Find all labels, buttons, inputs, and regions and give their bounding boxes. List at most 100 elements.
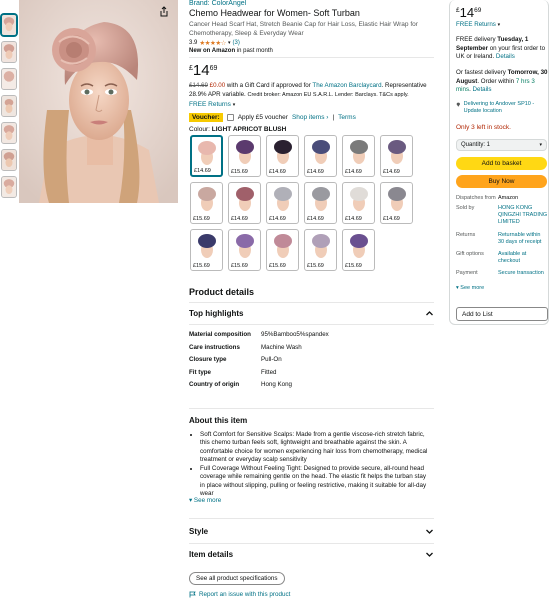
price: £ 14 69 <box>189 63 217 78</box>
new-on-prefix: New on Amazon <box>189 48 236 54</box>
spec-key: Material composition <box>189 331 251 338</box>
terms-link[interactable]: Terms <box>338 114 356 121</box>
share-icon[interactable] <box>159 6 169 17</box>
colour-swatch[interactable]: £15.69 <box>228 135 261 177</box>
swatch-price: £14.69 <box>345 169 362 175</box>
quantity-value: Quantity: 1 <box>461 142 491 148</box>
delivery-location[interactable]: Delivering to Andover SP10 - Update loca… <box>456 101 548 115</box>
colour-swatch[interactable]: £14.69 <box>266 135 299 177</box>
thumbnail[interactable] <box>1 149 17 171</box>
info-key: Gift options <box>456 251 484 257</box>
report-issue-link[interactable]: Report an issue with this product <box>189 591 290 598</box>
buybox-free-returns-link[interactable]: FREE Returns <box>456 21 496 28</box>
colour-swatch[interactable]: £14.69 <box>380 135 413 177</box>
spec-table: Material composition 95%Bamboo5%spandex Ca… <box>189 331 434 394</box>
swatch-price: £15.69 <box>193 216 210 222</box>
divider <box>189 302 434 303</box>
add-to-list-button[interactable]: Add to List <box>456 307 548 321</box>
about-bullets: Soft Comfort for Sensitive Scalps: Made … <box>192 431 432 499</box>
colour-swatch[interactable]: £14.69 <box>266 182 299 224</box>
info-value[interactable]: Returnable within 30 days of receipt <box>498 232 548 246</box>
colour-swatch[interactable]: £15.69 <box>304 229 337 271</box>
divider <box>189 57 434 58</box>
free-returns[interactable]: FREE Returns ▾ <box>189 101 235 108</box>
buybox-info-row: Payment Secure transaction <box>456 270 548 277</box>
swatch-image <box>268 137 297 167</box>
add-to-basket-button[interactable]: Add to basket <box>456 157 547 170</box>
see-all-specs-button[interactable]: See all product specifications <box>189 572 285 585</box>
spec-key: Fit type <box>189 368 212 376</box>
colour-swatch[interactable]: £14.69 <box>380 182 413 224</box>
colour-swatch[interactable]: £14.69 <box>228 182 261 224</box>
buy-now-button[interactable]: Buy Now <box>456 175 547 188</box>
thumbnail[interactable] <box>1 14 17 36</box>
colour-swatch[interactable]: £14.69 <box>342 182 375 224</box>
buybox-see-more[interactable]: ▾ See more <box>456 284 548 293</box>
thumbnail[interactable] <box>1 176 17 198</box>
spec-row: Fit type Fitted <box>189 369 434 377</box>
swatch-price: £15.69 <box>307 263 324 269</box>
swatch-price: £14.69 <box>383 216 400 222</box>
thumbnail[interactable] <box>1 41 17 63</box>
colour-swatch[interactable]: £15.69 <box>228 229 261 271</box>
thumbnail[interactable] <box>1 68 17 90</box>
colour-swatch[interactable]: £14.69 <box>304 182 337 224</box>
colour-swatch[interactable]: £15.69 <box>190 182 223 224</box>
fastest-details-link[interactable]: Details <box>473 86 492 93</box>
flag-icon <box>189 591 196 598</box>
swatch-price: £14.69 <box>194 168 211 174</box>
colour-swatch[interactable]: £15.69 <box>342 229 375 271</box>
voucher-badge: Voucher: <box>189 113 223 122</box>
main-product-image[interactable] <box>19 0 178 203</box>
swatch-image <box>344 231 373 261</box>
delivery-location-text[interactable]: Delivering to Andover SP10 - Update loca… <box>464 101 548 115</box>
barclaycard-link[interactable]: The Amazon Barclaycard <box>312 82 381 89</box>
item-details-toggle[interactable]: Item details <box>189 550 434 559</box>
info-value[interactable]: HONG KONG QINGZHI TRADING LIMITED <box>498 205 548 226</box>
voucher-apply-text: Apply £5 voucher <box>237 114 288 121</box>
thumbnail-strip <box>1 14 17 203</box>
buybox-info-row: Gift options Available at checkout <box>456 251 548 265</box>
colour-swatch[interactable]: £14.69 <box>190 135 223 177</box>
info-value[interactable]: Available at checkout <box>498 251 548 265</box>
about-bullet: Full Coverage Without Feeling Tight: Des… <box>200 465 432 498</box>
delivery-info: FREE delivery Tuesday, 1 September on yo… <box>456 36 548 62</box>
about-see-more[interactable]: ▾ See more <box>189 497 221 504</box>
offer-discount-price: £0.00 <box>209 82 226 89</box>
chevron-down-icon: ▾ <box>456 285 459 291</box>
about-see-more-label: See more <box>193 497 222 504</box>
brand-link[interactable]: Brand: ColorAngel <box>189 0 246 7</box>
thumbnail[interactable] <box>1 122 17 144</box>
colour-swatch[interactable]: £15.69 <box>190 229 223 271</box>
swatch-price: £15.69 <box>231 169 248 175</box>
shop-items-link[interactable]: Shop items › <box>292 114 329 121</box>
style-section-toggle[interactable]: Style <box>189 527 434 536</box>
buybox-price-whole: 14 <box>459 5 475 20</box>
info-key: Payment <box>456 270 478 276</box>
spec-row: Care instructions Machine Wash <box>189 344 434 352</box>
swatch-image <box>344 137 373 167</box>
separator: | <box>332 114 335 121</box>
quantity-select[interactable]: Quantity: 1 ▾ <box>456 139 547 151</box>
swatch-price: £14.69 <box>307 216 324 222</box>
top-highlights-toggle[interactable]: Top highlights <box>189 309 434 318</box>
chevron-down-icon: ▾ <box>227 40 231 46</box>
spec-value: Pull-On <box>261 356 282 363</box>
rating-row[interactable]: 3.9 ★★★★☆ ▾ (3) <box>189 39 240 47</box>
colour-swatch[interactable]: £14.69 <box>342 135 375 177</box>
spec-row: Material composition 95%Bamboo5%spandex <box>189 331 434 339</box>
colour-swatch[interactable]: £15.69 <box>266 229 299 271</box>
buybox-free-returns[interactable]: FREE Returns ▾ <box>456 21 548 30</box>
delivery-details-link[interactable]: Details <box>496 53 515 60</box>
free-returns-link[interactable]: FREE Returns <box>189 101 231 108</box>
buybox-info-row: Dispatches from Amazon <box>456 195 548 202</box>
colour-swatch[interactable]: £14.69 <box>304 135 337 177</box>
info-value[interactable]: Secure transaction <box>498 270 548 277</box>
rating-count[interactable]: (3) <box>233 40 240 46</box>
buybox-price: £ 14 69 <box>456 5 481 20</box>
buybox-price-fraction: 69 <box>474 7 482 14</box>
star-rating-icon: ★★★★☆ <box>199 40 226 47</box>
thumbnail[interactable] <box>1 95 17 117</box>
swatch-image <box>230 231 259 261</box>
voucher-checkbox[interactable] <box>226 114 234 121</box>
